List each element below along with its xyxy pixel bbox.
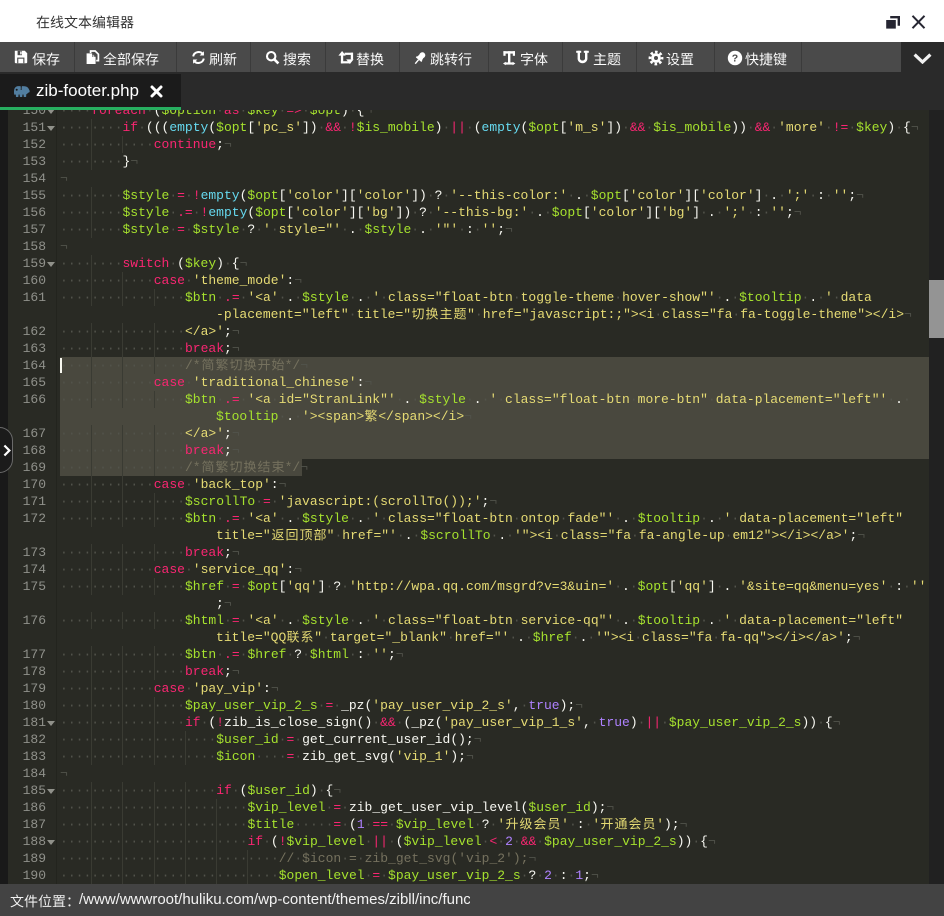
svg-text:?: ? — [732, 53, 738, 65]
